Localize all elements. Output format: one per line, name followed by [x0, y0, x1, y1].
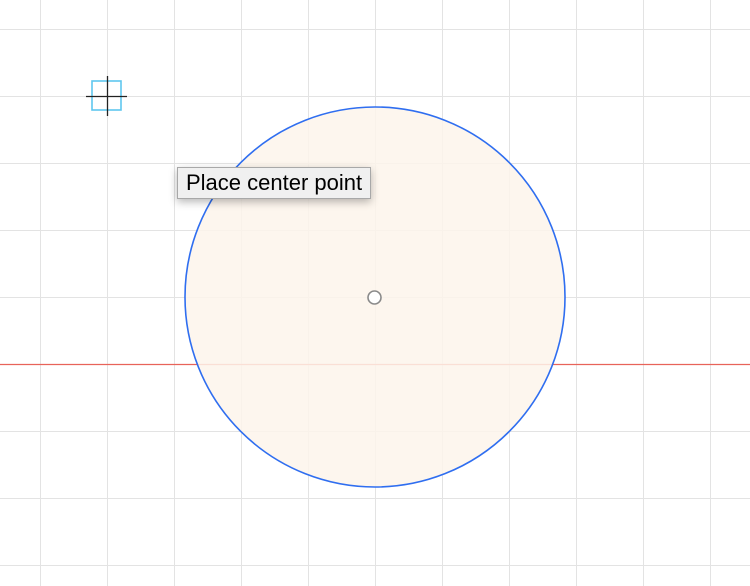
canvas-drawing-layer: [0, 0, 750, 586]
tooltip-place-center-point: Place center point: [177, 167, 372, 199]
drawing-canvas[interactable]: Place center point: [0, 0, 750, 586]
center-point-icon[interactable]: [367, 290, 382, 305]
